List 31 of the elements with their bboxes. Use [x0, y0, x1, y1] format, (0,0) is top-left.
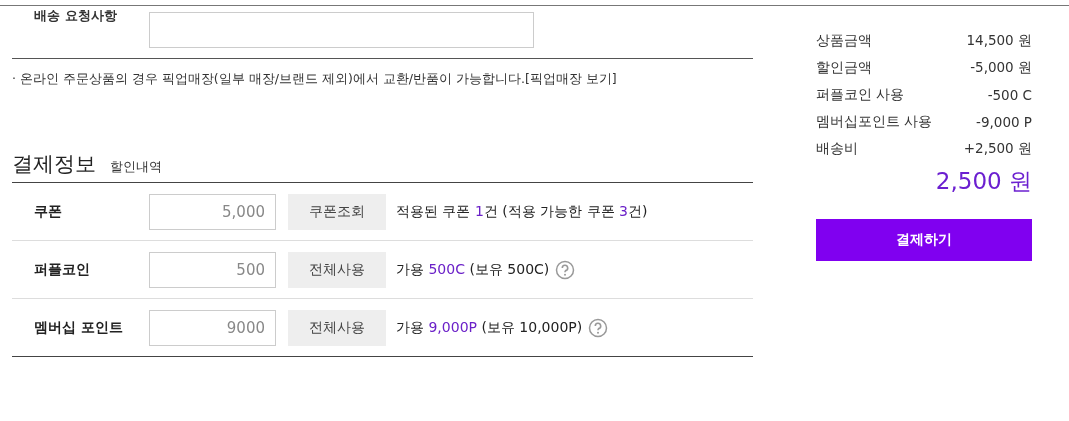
notice-text: · 온라인 주문상품의 경우 픽업매장(일부 매장/브랜드 제외)에서 교환/반품이 가능합니다.[픽업매장 보기] [12, 71, 618, 88]
pay-button[interactable]: 결제하기 [816, 219, 1032, 261]
availability-text: 적용된 쿠폰 1건 (적용 가능한 쿠폰 3건) [396, 202, 648, 221]
summary-amount: -500 C [987, 86, 1032, 103]
action-button[interactable]: 전체사용 [288, 309, 386, 346]
summary-amount: +2,500 원 [963, 139, 1032, 158]
summary-label: 상품금액 [816, 31, 872, 50]
section-title: 결제정보 [12, 151, 96, 178]
row-label: 쿠폰 [33, 202, 63, 221]
summary-label: 멤버십포인트 사용 [816, 112, 933, 131]
availability-text: 가용 500C (보유 500C) [396, 260, 550, 279]
summary-amount: -9,000 P [976, 113, 1032, 130]
total-amount: 2,500 원 [934, 167, 1032, 196]
summary-label: 배송비 [816, 139, 858, 158]
action-button[interactable]: 쿠폰조회 [288, 193, 386, 230]
amount-field[interactable]: 5,000 [149, 193, 276, 230]
row-label: 멤버십 포인트 [33, 318, 124, 337]
row-label: 퍼플코인 [33, 260, 91, 279]
request-field[interactable] [149, 12, 534, 48]
section-subtitle: 할인내역 [110, 158, 162, 176]
help-icon[interactable] [588, 317, 609, 338]
field-label: 배송 요청사항 [33, 7, 118, 25]
availability-text: 가용 9,000P (보유 10,000P) [396, 318, 583, 337]
amount-field[interactable]: 9000 [149, 309, 276, 346]
action-button[interactable]: 전체사용 [288, 251, 386, 288]
amount-field[interactable]: 500 [149, 251, 276, 288]
help-icon[interactable] [555, 259, 576, 280]
summary-label: 퍼플코인 사용 [816, 85, 905, 104]
summary-amount: -5,000 원 [970, 58, 1032, 77]
summary-amount: 14,500 원 [966, 31, 1032, 50]
summary-label: 할인금액 [816, 58, 872, 77]
